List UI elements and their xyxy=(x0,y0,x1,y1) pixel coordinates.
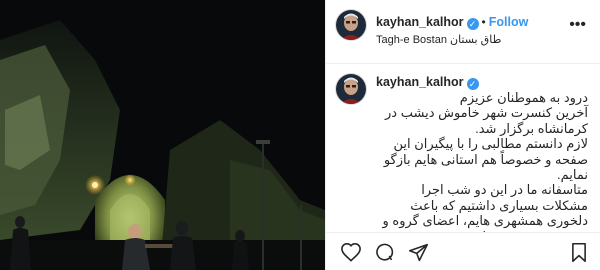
author-avatar-image xyxy=(336,10,366,40)
caption-username[interactable]: kayhan_kalhor xyxy=(376,75,464,89)
post-location[interactable]: Tagh-e Bostan طاق بستان xyxy=(376,33,501,46)
more-options-icon[interactable]: ••• xyxy=(569,16,586,34)
heart-icon[interactable] xyxy=(340,242,362,262)
caption-comment: kayhan_kalhor ✓ درود به هموطنان عزیزم آخر… xyxy=(326,64,600,232)
caption-verified-icon: ✓ xyxy=(466,78,479,90)
follow-button[interactable]: Follow xyxy=(489,15,529,29)
post-header: kayhan_kalhor ✓ • Follow Tagh-e Bostan طاق … xyxy=(326,0,600,64)
author-avatar[interactable] xyxy=(336,10,366,40)
post-sidebar: kayhan_kalhor ✓ • Follow Tagh-e Bostan طاق … xyxy=(325,0,600,270)
author-username[interactable]: kayhan_kalhor xyxy=(376,15,464,29)
separator-dot: • xyxy=(481,15,486,29)
caption-text: درود به هموطنان عزیزم آخرین کنسرت شهر خا… xyxy=(382,90,588,232)
concert-photo-illustration xyxy=(0,0,325,270)
caption-header: kayhan_kalhor ✓ xyxy=(376,75,479,90)
caption-author-avatar[interactable] xyxy=(336,74,366,104)
author-line: kayhan_kalhor ✓ • Follow xyxy=(376,13,528,31)
comment-icon[interactable] xyxy=(374,242,395,263)
action-bar xyxy=(326,232,600,270)
bookmark-icon[interactable] xyxy=(570,242,588,263)
share-icon[interactable] xyxy=(408,242,429,263)
post-photo[interactable] xyxy=(0,0,325,270)
instagram-post: kayhan_kalhor ✓ • Follow Tagh-e Bostan طاق … xyxy=(0,0,600,270)
caption-avatar-image xyxy=(336,74,366,104)
verified-badge-icon: ✓ xyxy=(466,18,479,30)
